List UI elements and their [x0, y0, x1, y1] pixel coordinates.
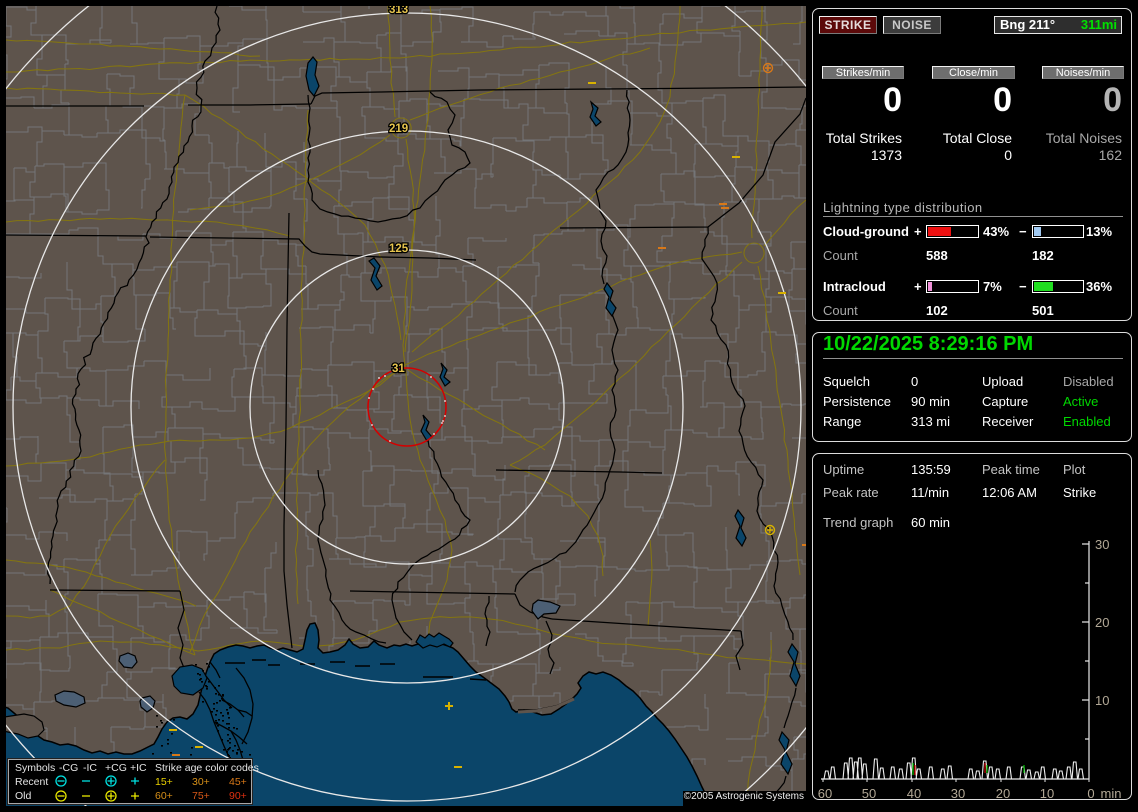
svg-text:40: 40 [907, 786, 921, 801]
svg-text:60: 60 [818, 786, 832, 801]
svg-text:20: 20 [996, 786, 1010, 801]
svg-text:10: 10 [1040, 786, 1054, 801]
svg-text:125: 125 [389, 243, 409, 255]
svg-text:219: 219 [389, 123, 408, 135]
svg-text:50: 50 [862, 786, 876, 801]
svg-text:30: 30 [951, 786, 965, 801]
svg-text:30: 30 [1095, 539, 1109, 552]
svg-text:min: min [1101, 786, 1122, 801]
svg-text:31: 31 [392, 363, 405, 375]
svg-text:20: 20 [1095, 615, 1109, 630]
svg-text:0: 0 [1087, 786, 1094, 801]
svg-text:313: 313 [389, 6, 408, 16]
svg-text:10: 10 [1095, 693, 1109, 708]
